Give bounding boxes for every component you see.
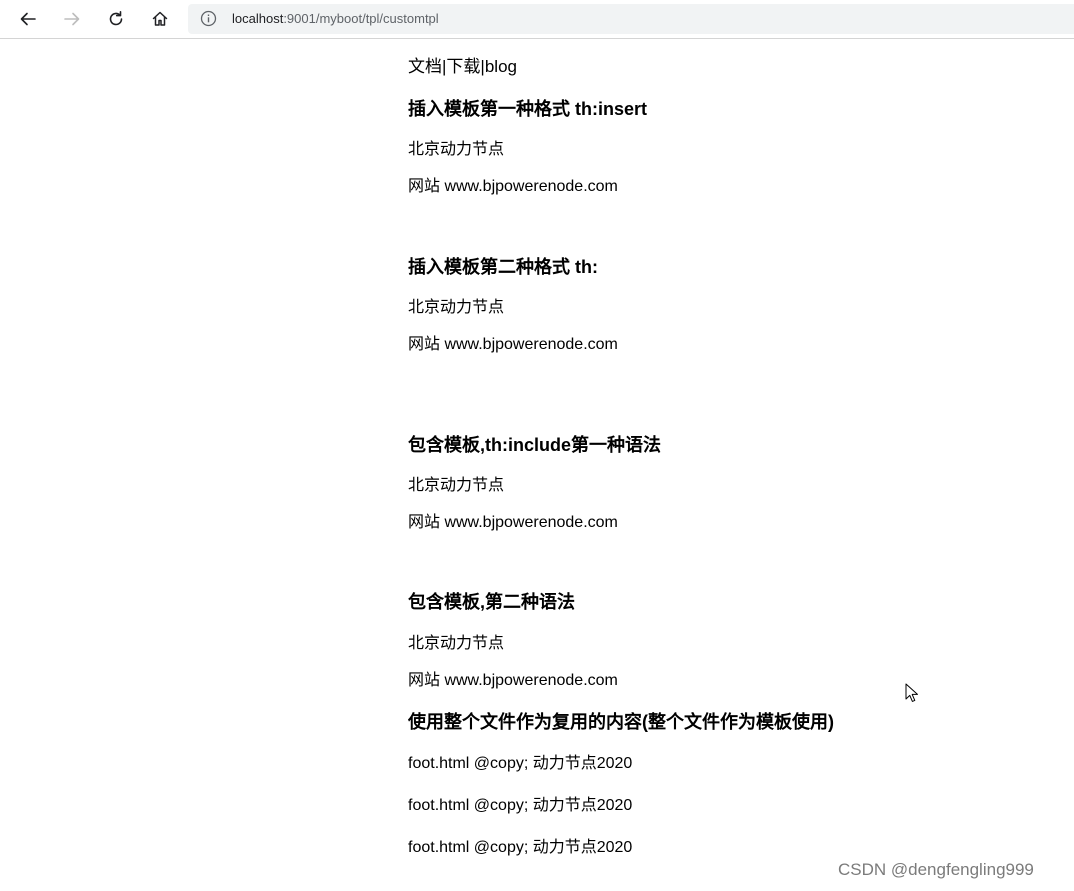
website-line: 网站 www.bjpowerenode.com bbox=[408, 514, 618, 531]
url-host: localhost bbox=[232, 11, 284, 26]
url-text[interactable]: localhost:9001/myboot/tpl/customtpl bbox=[232, 11, 439, 26]
footer-line: foot.html @copy; 动力节点2020 bbox=[408, 797, 633, 814]
section-title-include-1: 包含模板,th:include第一种语法 bbox=[408, 435, 661, 455]
website-line: 网站 www.bjpowerenode.com bbox=[408, 672, 618, 689]
section-title-whole-file: 使用整个文件作为复用的内容(整个文件作为模板使用) bbox=[408, 712, 834, 732]
link-docs[interactable]: 文档 bbox=[408, 57, 442, 76]
address-bar[interactable]: localhost:9001/myboot/tpl/customtpl bbox=[188, 4, 1074, 34]
company-name: 北京动力节点 bbox=[408, 477, 505, 494]
watermark: CSDN @dengfengling999 bbox=[838, 860, 1034, 879]
info-icon[interactable] bbox=[200, 10, 217, 27]
section-title-include-2: 包含模板,第二种语法 bbox=[408, 592, 576, 612]
link-download[interactable]: 下载 bbox=[446, 57, 480, 76]
back-arrow-icon bbox=[20, 12, 36, 26]
website-line: 网站 www.bjpowerenode.com bbox=[408, 178, 618, 195]
browser-toolbar: localhost:9001/myboot/tpl/customtpl bbox=[0, 0, 1074, 39]
section-title-insert-2: 插入模板第二种格式 th: bbox=[408, 257, 598, 277]
reload-icon bbox=[109, 11, 123, 26]
reload-button[interactable] bbox=[101, 4, 131, 34]
forward-button[interactable] bbox=[57, 4, 87, 34]
footer-line: foot.html @copy; 动力节点2020 bbox=[408, 839, 633, 856]
back-button[interactable] bbox=[13, 4, 43, 34]
top-links: 文档|下载|blog bbox=[408, 57, 517, 77]
footer-line: foot.html @copy; 动力节点2020 bbox=[408, 755, 633, 772]
company-name: 北京动力节点 bbox=[408, 299, 505, 316]
link-blog[interactable]: blog bbox=[485, 57, 517, 76]
url-path: :9001/myboot/tpl/customtpl bbox=[283, 11, 439, 26]
company-name: 北京动力节点 bbox=[408, 141, 505, 158]
website-line: 网站 www.bjpowerenode.com bbox=[408, 336, 618, 353]
home-button[interactable] bbox=[145, 4, 175, 34]
mouse-pointer-icon bbox=[905, 683, 918, 702]
company-name: 北京动力节点 bbox=[408, 635, 505, 652]
section-title-insert-1: 插入模板第一种格式 th:insert bbox=[408, 99, 648, 119]
home-icon bbox=[152, 11, 168, 26]
forward-arrow-icon bbox=[64, 12, 80, 26]
